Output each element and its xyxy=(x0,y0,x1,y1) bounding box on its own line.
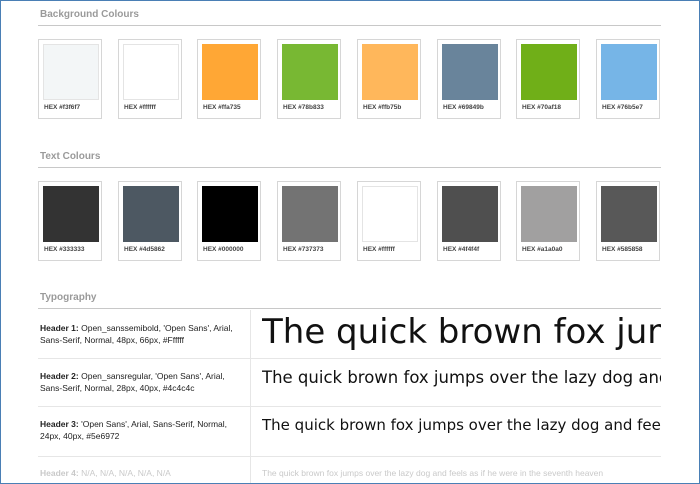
header-2-sample: The quick brown fox jumps over the lazy … xyxy=(262,368,661,387)
typography-row-header-4: Header 4: N/A, N/A, N/A, N/A, N/A The qu… xyxy=(38,457,661,483)
text-colour-swatch-color xyxy=(442,186,498,242)
text-colour-swatch-label: HEX #ffffff xyxy=(363,246,395,253)
text-colour-swatch-color xyxy=(123,186,179,242)
background-colour-swatch-color xyxy=(202,44,258,100)
background-colours-divider xyxy=(38,25,661,26)
text-colour-swatch-color xyxy=(282,186,338,242)
typography-row-header-1: Header 1: Open_sanssemibold, 'Open Sans'… xyxy=(38,310,661,359)
typography-divider xyxy=(38,308,661,309)
text-colour-swatch-card: HEX #4f4f4f xyxy=(437,181,501,261)
typography-row-header-3: Header 3: 'Open Sans', Arial, Sans-Serif… xyxy=(38,407,661,457)
text-colour-swatch-label: HEX #737373 xyxy=(283,246,324,253)
background-colour-swatch-label: HEX #ffa735 xyxy=(203,104,241,111)
text-colour-swatch-color xyxy=(601,186,657,242)
background-colour-swatch-color xyxy=(601,44,657,100)
text-colour-swatch-color xyxy=(202,186,258,242)
header-3-spec: Header 3: 'Open Sans', Arial, Sans-Serif… xyxy=(40,419,228,441)
background-colour-swatch-card: HEX #ffa735 xyxy=(197,39,261,119)
header-4-sample: The quick brown fox jumps over the lazy … xyxy=(262,468,604,478)
text-colour-swatch-card: HEX #000000 xyxy=(197,181,261,261)
text-colour-swatch-card: HEX #333333 xyxy=(38,181,102,261)
text-colour-swatch-label: HEX #4f4f4f xyxy=(443,246,480,253)
background-colour-swatch-label: HEX #f3f6f7 xyxy=(44,104,81,111)
text-colour-swatch-card: HEX #ffffff xyxy=(357,181,421,261)
text-colour-swatch-label: HEX #4d5862 xyxy=(124,246,165,253)
header-1-spec: Header 1: Open_sanssemibold, 'Open Sans'… xyxy=(40,323,233,345)
background-colour-swatch-color xyxy=(282,44,338,100)
background-colour-swatch-color xyxy=(362,44,418,100)
typography-table: Header 1: Open_sanssemibold, 'Open Sans'… xyxy=(38,310,661,483)
text-colour-swatch-label: HEX #000000 xyxy=(203,246,244,253)
background-colour-swatch-card: HEX #78b833 xyxy=(277,39,341,119)
text-colours-divider xyxy=(38,167,661,168)
background-colours-heading: Background Colours xyxy=(40,9,139,20)
text-colour-swatch-card: HEX #4d5862 xyxy=(118,181,182,261)
text-colour-swatch-color xyxy=(362,186,418,242)
background-colour-swatch-color xyxy=(521,44,577,100)
header-1-sample: The quick brown fox jumps over the lazy … xyxy=(262,312,661,352)
background-colour-swatch-label: HEX #70af18 xyxy=(522,104,562,111)
background-colour-swatch-label: HEX #76b5e7 xyxy=(602,104,643,111)
background-colour-swatch-color xyxy=(442,44,498,100)
background-colour-swatch-card: HEX #76b5e7 xyxy=(596,39,660,119)
background-colour-swatch-label: HEX #ffb75b xyxy=(363,104,402,111)
header-3-sample: The quick brown fox jumps over the lazy … xyxy=(262,416,661,434)
text-colour-swatch-color xyxy=(521,186,577,242)
text-colour-swatch-label: HEX #585858 xyxy=(602,246,643,253)
text-colour-swatches: HEX #333333 HEX #4d5862 HEX #000000 HEX #73… xyxy=(38,181,668,263)
background-colour-swatch-card: HEX #70af18 xyxy=(516,39,580,119)
typography-heading: Typography xyxy=(40,292,97,303)
background-colour-swatches: HEX #f3f6f7 HEX #ffffff HEX #ffa735 HEX #78… xyxy=(38,39,668,121)
background-colour-swatch-color xyxy=(123,44,179,100)
background-colour-swatch-label: HEX #ffffff xyxy=(124,104,156,111)
typography-row-header-2: Header 2: Open_sansregular, 'Open Sans',… xyxy=(38,359,661,407)
text-colour-swatch-card: HEX #737373 xyxy=(277,181,341,261)
background-colour-swatch-card: HEX #ffb75b xyxy=(357,39,421,119)
style-guide-panel: Background Colours HEX #f3f6f7 HEX #fffff… xyxy=(0,0,700,484)
background-colour-swatch-label: HEX #78b833 xyxy=(283,104,324,111)
text-colour-swatch-label: HEX #333333 xyxy=(44,246,85,253)
background-colour-swatch-card: HEX #f3f6f7 xyxy=(38,39,102,119)
text-colours-heading: Text Colours xyxy=(40,151,101,162)
background-colour-swatch-color xyxy=(43,44,99,100)
text-colour-swatch-card: HEX #a1a0a0 xyxy=(516,181,580,261)
header-4-spec: Header 4: N/A, N/A, N/A, N/A, N/A xyxy=(40,468,171,478)
text-colour-swatch-card: HEX #585858 xyxy=(596,181,660,261)
background-colour-swatch-card: HEX #69849b xyxy=(437,39,501,119)
header-2-spec: Header 2: Open_sansregular, 'Open Sans',… xyxy=(40,371,225,393)
background-colour-swatch-label: HEX #69849b xyxy=(443,104,484,111)
text-colour-swatch-color xyxy=(43,186,99,242)
text-colour-swatch-label: HEX #a1a0a0 xyxy=(522,246,563,253)
background-colour-swatch-card: HEX #ffffff xyxy=(118,39,182,119)
